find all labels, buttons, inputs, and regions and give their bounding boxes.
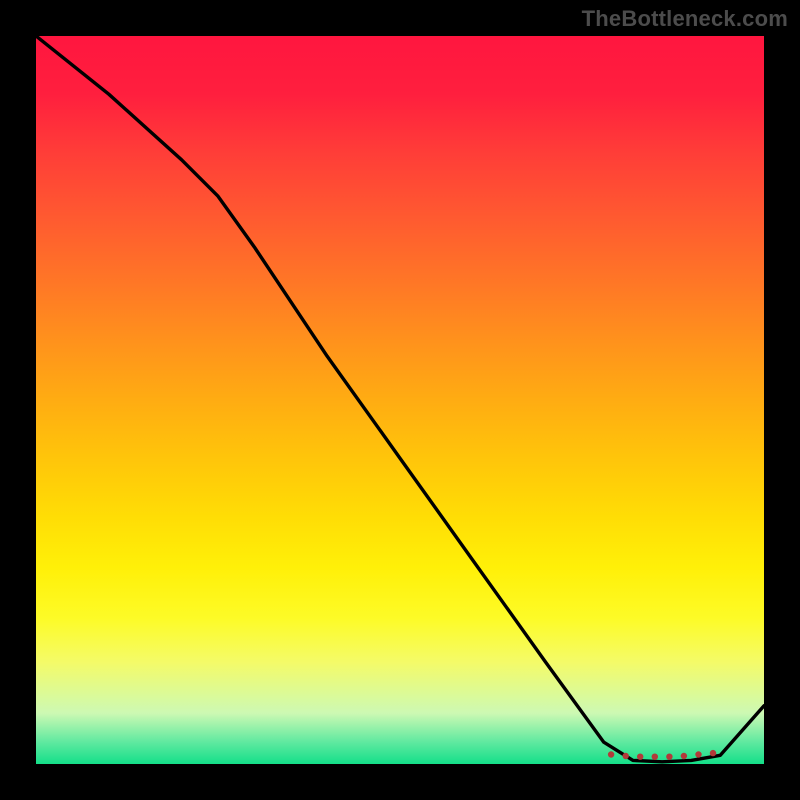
min-marker-dot <box>710 750 716 756</box>
min-marker-dot <box>666 754 672 760</box>
min-marker-dot <box>637 754 643 760</box>
min-marker-dot <box>695 751 701 757</box>
chart-svg <box>36 36 764 764</box>
chart-frame: TheBottleneck.com <box>0 0 800 800</box>
min-marker-dot <box>623 753 629 759</box>
plot-area <box>36 36 764 764</box>
min-marker-dot <box>681 753 687 759</box>
watermark-text: TheBottleneck.com <box>582 6 788 32</box>
min-marker-dot <box>652 754 658 760</box>
min-marker-dot <box>608 751 614 757</box>
bottleneck-curve <box>36 36 764 762</box>
